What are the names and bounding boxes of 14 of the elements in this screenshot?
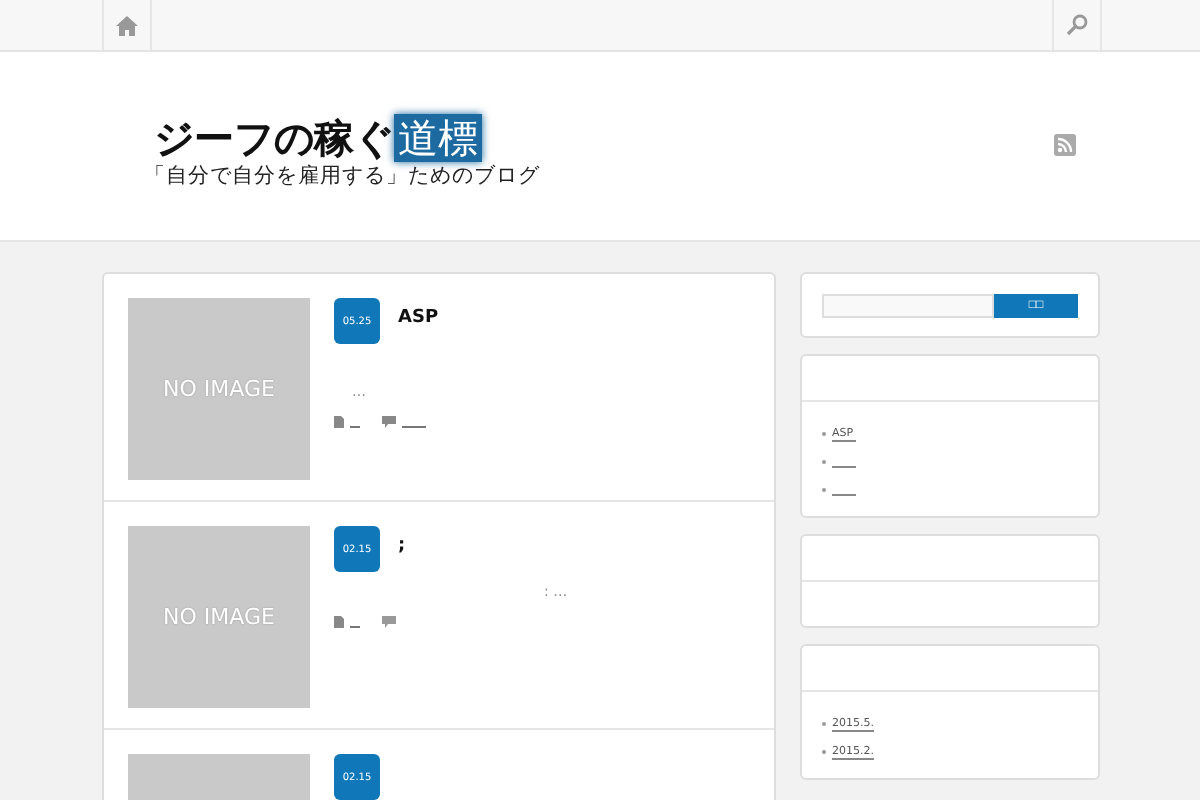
speech-bubble-icon [382,616,396,628]
search-button[interactable] [1052,0,1102,50]
site-logo[interactable]: ジーフの稼ぐ道標 [144,114,482,162]
site-tagline: 「自分で自分を雇用する」ためのブログ [144,162,540,190]
home-button[interactable] [102,0,152,50]
rss-icon[interactable] [1054,133,1076,155]
post-title[interactable]: ASP [398,308,439,328]
search-field[interactable] [822,294,994,318]
speech-bubble-icon [382,416,396,428]
document-icon [334,416,344,428]
document-icon [334,616,344,628]
home-icon [116,15,138,35]
search-icon [1066,14,1088,36]
post-title[interactable]: ; [398,536,406,556]
